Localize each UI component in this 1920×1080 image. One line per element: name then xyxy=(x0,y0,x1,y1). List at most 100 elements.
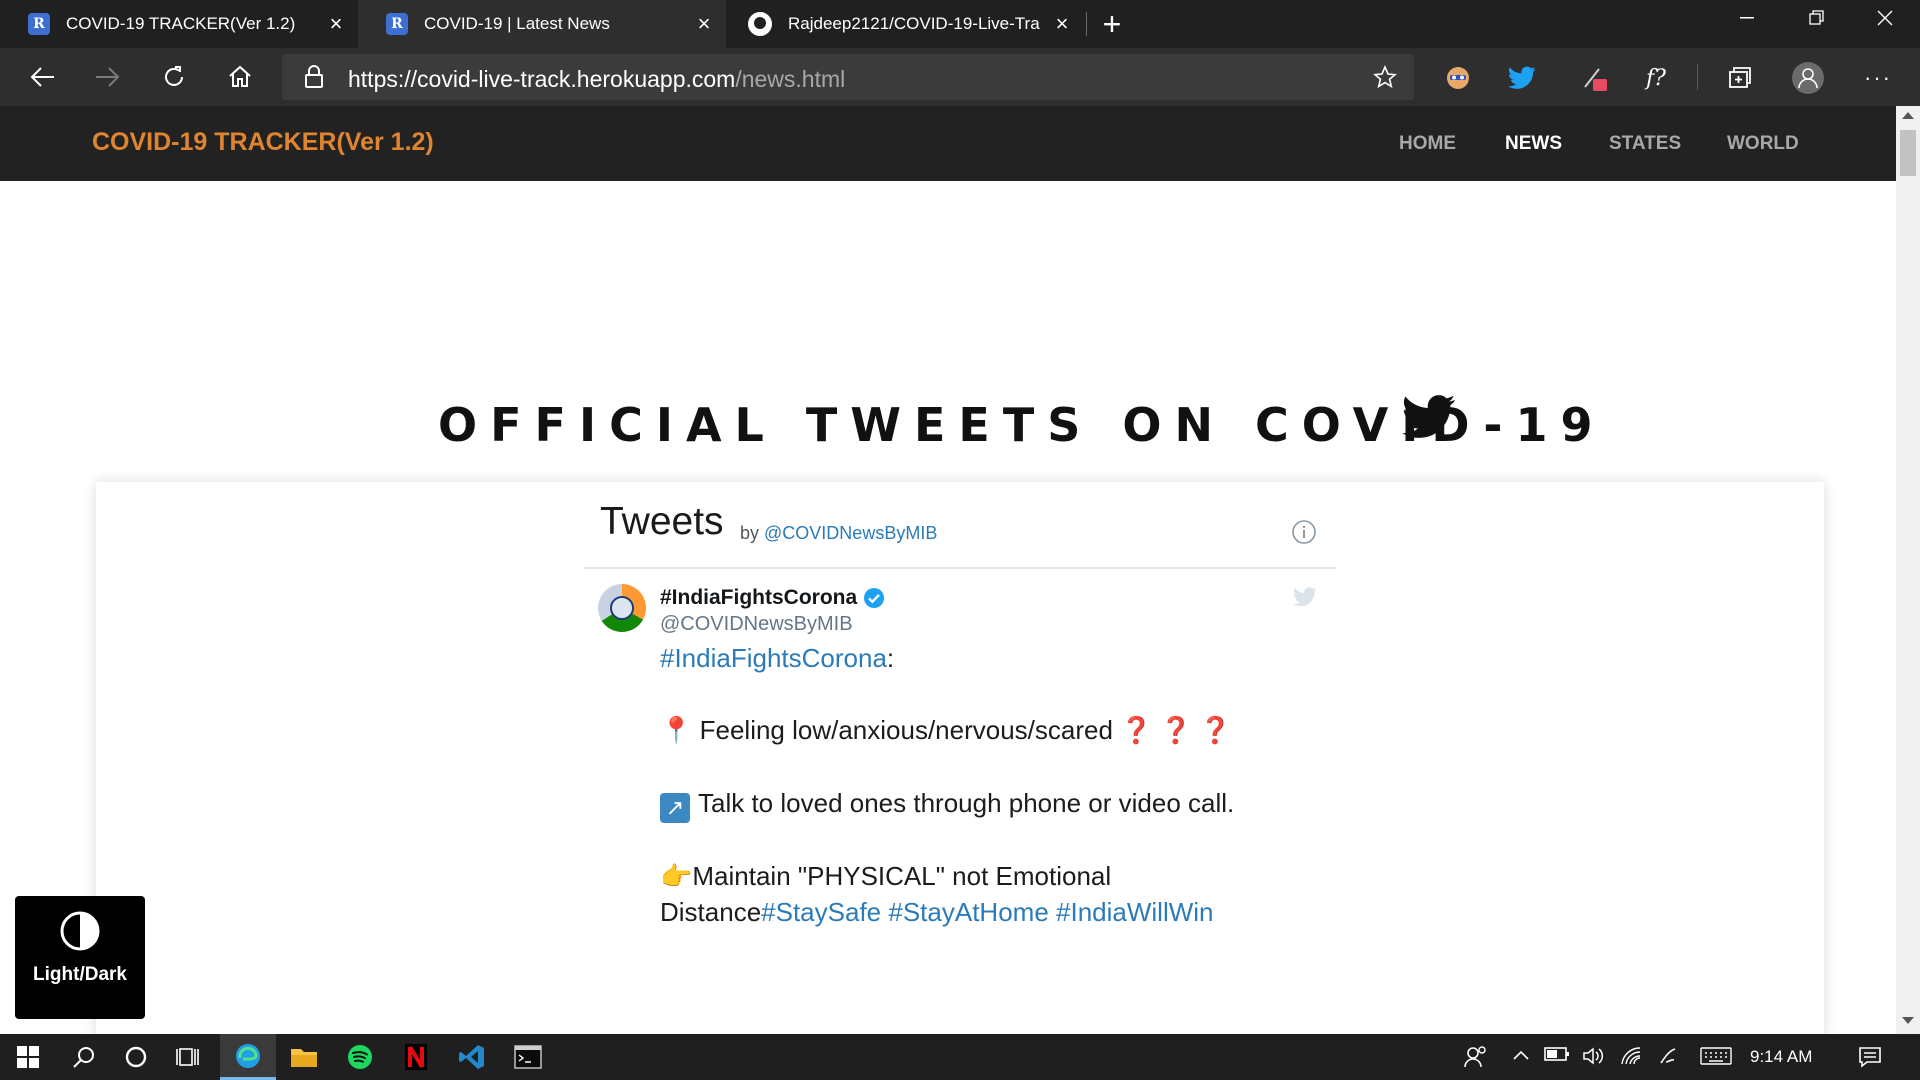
site-favicon-icon: R xyxy=(386,13,408,35)
verified-badge-icon xyxy=(864,588,884,608)
close-window-button[interactable] xyxy=(1852,0,1918,36)
close-tab-icon[interactable]: × xyxy=(692,12,716,36)
cortana-button[interactable] xyxy=(108,1034,164,1080)
tweet-text-line: Distance#StaySafe #StayAtHome #IndiaWill… xyxy=(660,897,1214,928)
netflix-icon xyxy=(405,1044,427,1070)
taskbar-search-button[interactable] xyxy=(56,1034,112,1080)
minimize-button[interactable] xyxy=(1714,0,1780,36)
task-view-button[interactable] xyxy=(160,1034,216,1080)
nav-link-world[interactable]: WORLD xyxy=(1727,133,1799,155)
timeline-byline: by @COVIDNewsByMIB xyxy=(740,523,937,544)
twitter-logo-icon[interactable] xyxy=(1293,587,1317,607)
page-scrollbar[interactable] xyxy=(1896,106,1920,1034)
restore-button[interactable] xyxy=(1784,0,1850,36)
favorite-star-icon[interactable] xyxy=(1372,65,1398,89)
taskbar-edge[interactable] xyxy=(220,1034,276,1080)
twitter-icon xyxy=(1508,66,1536,89)
tweet-line-1: Feeling low/anxious/nervous/scared xyxy=(699,715,1113,745)
search-icon xyxy=(73,1047,94,1068)
minimize-icon xyxy=(1740,17,1754,19)
home-button[interactable] xyxy=(220,58,260,96)
tweet-author-handle[interactable]: @COVIDNewsByMIB xyxy=(660,613,853,636)
tweet-author-avatar[interactable] xyxy=(598,584,646,632)
hashtag-link[interactable]: #IndiaWillWin xyxy=(1056,897,1214,927)
extension-avatar-icon xyxy=(1447,67,1469,89)
tweet-text-line: 👉Maintain "PHYSICAL" not Emotional xyxy=(660,861,1111,892)
site-brand-link[interactable]: COVID-19 TRACKER(Ver 1.2) xyxy=(92,128,434,157)
pen-icon xyxy=(1660,1048,1676,1064)
show-hidden-icons-button[interactable] xyxy=(1512,1046,1530,1067)
theme-toggle-button[interactable]: Light/Dark xyxy=(15,896,145,1019)
url-text[interactable]: https://covid-live-track.herokuapp.com/n… xyxy=(348,66,845,93)
more-dots-icon: ··· xyxy=(1864,65,1892,90)
collections-button[interactable] xyxy=(1722,60,1758,96)
font-finder-icon: f? xyxy=(1646,65,1666,91)
tab-covid-tracker[interactable]: R COVID-19 TRACKER(Ver 1.2) × xyxy=(0,0,358,48)
tweet-author-name[interactable]: #IndiaFightsCorona xyxy=(660,586,857,610)
taskbar-clock[interactable]: 9:14 AM xyxy=(1750,1047,1812,1067)
refresh-button[interactable] xyxy=(154,58,194,96)
restore-icon xyxy=(1809,10,1824,25)
wifi-indicator[interactable] xyxy=(1620,1046,1644,1071)
taskbar-terminal[interactable] xyxy=(500,1034,556,1080)
tweet-text-line: 📍 Feeling low/anxious/nervous/scared ❓ ❓… xyxy=(660,715,1232,746)
tweet-text-line: #IndiaFightsCorona: xyxy=(660,643,894,674)
scroll-thumb[interactable] xyxy=(1900,130,1916,176)
cortana-circle-icon xyxy=(125,1046,147,1068)
back-button[interactable] xyxy=(22,58,62,96)
tab-separator xyxy=(1086,12,1087,36)
font-finder-extension-button[interactable]: f? xyxy=(1638,60,1674,96)
address-bar[interactable]: https://covid-live-track.herokuapp.com/n… xyxy=(282,54,1414,100)
hashtag-link[interactable]: #IndiaFightsCorona xyxy=(660,643,887,673)
volume-indicator[interactable] xyxy=(1582,1046,1606,1071)
github-icon xyxy=(748,12,772,36)
taskbar-netflix[interactable] xyxy=(388,1034,444,1080)
nav-link-states[interactable]: STATES xyxy=(1609,133,1681,155)
url-path: /news.html xyxy=(735,66,846,92)
scroll-down-arrow-icon[interactable] xyxy=(1902,1017,1914,1024)
nav-link-news[interactable]: NEWS xyxy=(1505,133,1562,155)
arrow-emoji-icon: ↗ xyxy=(660,793,690,823)
edge-browser-icon xyxy=(236,1043,260,1068)
site-navbar: COVID-19 TRACKER(Ver 1.2) HOME NEWS STAT… xyxy=(0,106,1896,181)
tab-github-repo[interactable]: Rajdeep2121/COVID-19-Live-Tra × xyxy=(726,0,1084,48)
action-center-button[interactable] xyxy=(1858,1046,1882,1073)
taskbar-vscode[interactable] xyxy=(444,1034,500,1080)
new-tab-button[interactable]: + xyxy=(1096,6,1128,42)
eyedropper-extension-button[interactable] xyxy=(1578,60,1614,96)
battery-icon xyxy=(1544,1047,1569,1061)
extension-avatar-button[interactable] xyxy=(1440,60,1476,96)
twitter-extension-button[interactable] xyxy=(1504,60,1540,96)
lock-icon[interactable] xyxy=(304,65,324,89)
battery-indicator[interactable] xyxy=(1544,1046,1570,1067)
info-icon[interactable] xyxy=(1291,519,1317,545)
theme-toggle-label: Light/Dark xyxy=(33,964,127,985)
byline-handle-link[interactable]: @COVIDNewsByMIB xyxy=(764,523,937,543)
windows-logo-icon xyxy=(17,1046,39,1068)
hashtag-link[interactable]: #StayAtHome xyxy=(888,897,1048,927)
task-view-icon xyxy=(176,1048,199,1066)
taskbar-file-explorer[interactable] xyxy=(276,1034,332,1080)
eyedropper-icon xyxy=(1584,68,1607,91)
terminal-icon xyxy=(514,1045,542,1069)
start-button[interactable] xyxy=(0,1034,56,1080)
folder-icon xyxy=(291,1049,317,1067)
profile-avatar-icon xyxy=(1792,62,1824,94)
pen-workspace-button[interactable] xyxy=(1658,1046,1682,1071)
hashtag-link[interactable]: #StaySafe xyxy=(761,897,881,927)
taskbar-spotify[interactable] xyxy=(332,1034,388,1080)
settings-more-button[interactable]: ··· xyxy=(1860,60,1896,96)
tab-latest-news[interactable]: R COVID-19 | Latest News × xyxy=(358,0,726,48)
timeline-title: Tweets xyxy=(600,500,724,543)
close-tab-icon[interactable]: × xyxy=(324,12,348,36)
nav-link-home[interactable]: HOME xyxy=(1399,133,1456,155)
people-button[interactable] xyxy=(1448,1034,1504,1080)
profile-button[interactable] xyxy=(1790,60,1826,96)
spotify-icon xyxy=(348,1045,372,1069)
scroll-up-arrow-icon[interactable] xyxy=(1902,112,1914,119)
vscode-icon xyxy=(459,1045,484,1069)
tab-title: Rajdeep2121/COVID-19-Live-Tra xyxy=(788,14,1040,33)
touch-keyboard-button[interactable] xyxy=(1700,1046,1732,1071)
close-tab-icon[interactable]: × xyxy=(1050,12,1074,36)
forward-button[interactable] xyxy=(88,58,128,96)
